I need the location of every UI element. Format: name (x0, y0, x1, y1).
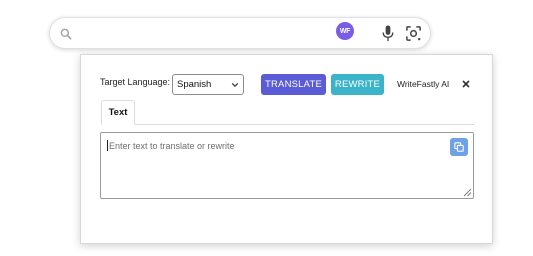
close-icon[interactable] (461, 79, 471, 89)
copy-button[interactable] (450, 138, 468, 156)
mic-icon[interactable] (381, 25, 395, 42)
tab-bar-divider (101, 124, 474, 125)
text-caret (107, 140, 108, 151)
rewrite-button[interactable]: REWRITE (331, 74, 384, 95)
tab-text[interactable]: Text (101, 100, 135, 125)
writefastly-extension-badge[interactable]: WF (336, 22, 354, 40)
text-input-area[interactable]: Enter text to translate or rewrite (100, 132, 474, 199)
search-icon (60, 28, 72, 40)
text-input-placeholder: Enter text to translate or rewrite (109, 141, 235, 151)
copy-icon (454, 142, 464, 152)
writefastly-popup: Target Language: Spanish TRANSLATE REWRI… (80, 54, 493, 244)
target-language-label: Target Language: (100, 77, 171, 87)
brand-name: WriteFastly AI (397, 79, 450, 89)
target-language-select[interactable]: Spanish (172, 74, 244, 95)
translate-button[interactable]: TRANSLATE (261, 74, 326, 95)
chevron-down-icon (231, 82, 239, 88)
resize-handle-icon[interactable] (463, 188, 472, 197)
search-bar[interactable]: WF (49, 17, 431, 49)
selected-language: Spanish (177, 79, 212, 90)
lens-icon[interactable] (405, 25, 422, 42)
